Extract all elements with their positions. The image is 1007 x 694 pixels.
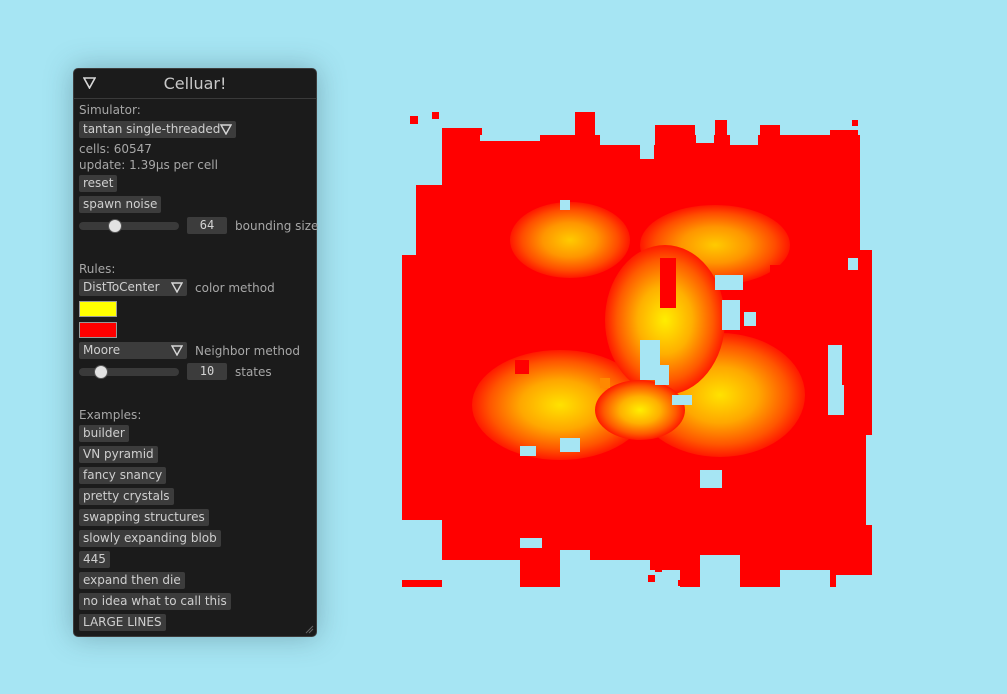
simulator-combo[interactable]: tantan single-threaded (79, 121, 236, 138)
example-button[interactable]: expand then die (79, 572, 185, 589)
color-method-label: color method (195, 281, 275, 295)
color-a-swatch[interactable] (79, 301, 117, 317)
dropdown-arrow-icon (171, 345, 183, 356)
cell-blob (402, 112, 872, 587)
example-button[interactable]: 445 (79, 551, 110, 568)
bounding-size-label: bounding size (235, 219, 319, 233)
example-button[interactable]: swapping structures (79, 509, 209, 526)
example-button[interactable]: slowly expanding blob (79, 530, 221, 547)
cells-count: cells: 60547 (79, 142, 152, 156)
example-button[interactable]: fancy snancy (79, 467, 167, 484)
dropdown-arrow-icon (171, 282, 183, 293)
states-label: states (235, 365, 272, 379)
color-method-combo[interactable]: DistToCenter (79, 279, 187, 296)
bounding-size-slider-knob[interactable] (108, 219, 122, 233)
simulator-value: tantan single-threaded (83, 122, 221, 136)
states-slider-knob[interactable] (94, 365, 108, 379)
example-button[interactable]: LARGE LINES (79, 614, 166, 631)
neighbor-method-label: Neighbor method (195, 344, 300, 358)
bounding-size-value[interactable]: 64 (187, 217, 227, 234)
rules-label: Rules: (79, 262, 116, 276)
reset-button[interactable]: reset (79, 175, 118, 192)
dropdown-arrow-icon (220, 124, 232, 135)
neighbor-method-combo[interactable]: Moore (79, 342, 187, 359)
examples-label: Examples: (79, 408, 142, 422)
example-button[interactable]: VN pyramid (79, 446, 158, 463)
neighbor-method-value: Moore (83, 343, 121, 357)
panel-title: Celluar! (163, 74, 227, 93)
simulator-label: Simulator: (79, 103, 141, 117)
update-time: update: 1.39μs per cell (79, 158, 218, 172)
control-panel: Celluar! Simulator: tantan single-thread… (73, 68, 319, 637)
states-value[interactable]: 10 (187, 363, 227, 380)
resize-grip-icon[interactable] (304, 624, 314, 634)
example-button[interactable]: no idea what to call this (79, 593, 231, 610)
panel-titlebar[interactable]: Celluar! (74, 69, 316, 99)
example-button[interactable]: builder (79, 425, 129, 442)
color-method-value: DistToCenter (83, 280, 160, 294)
bounding-size-slider[interactable] (79, 222, 179, 230)
spawn-noise-button[interactable]: spawn noise (79, 196, 162, 213)
color-b-swatch[interactable] (79, 322, 117, 338)
example-button[interactable]: pretty crystals (79, 488, 174, 505)
